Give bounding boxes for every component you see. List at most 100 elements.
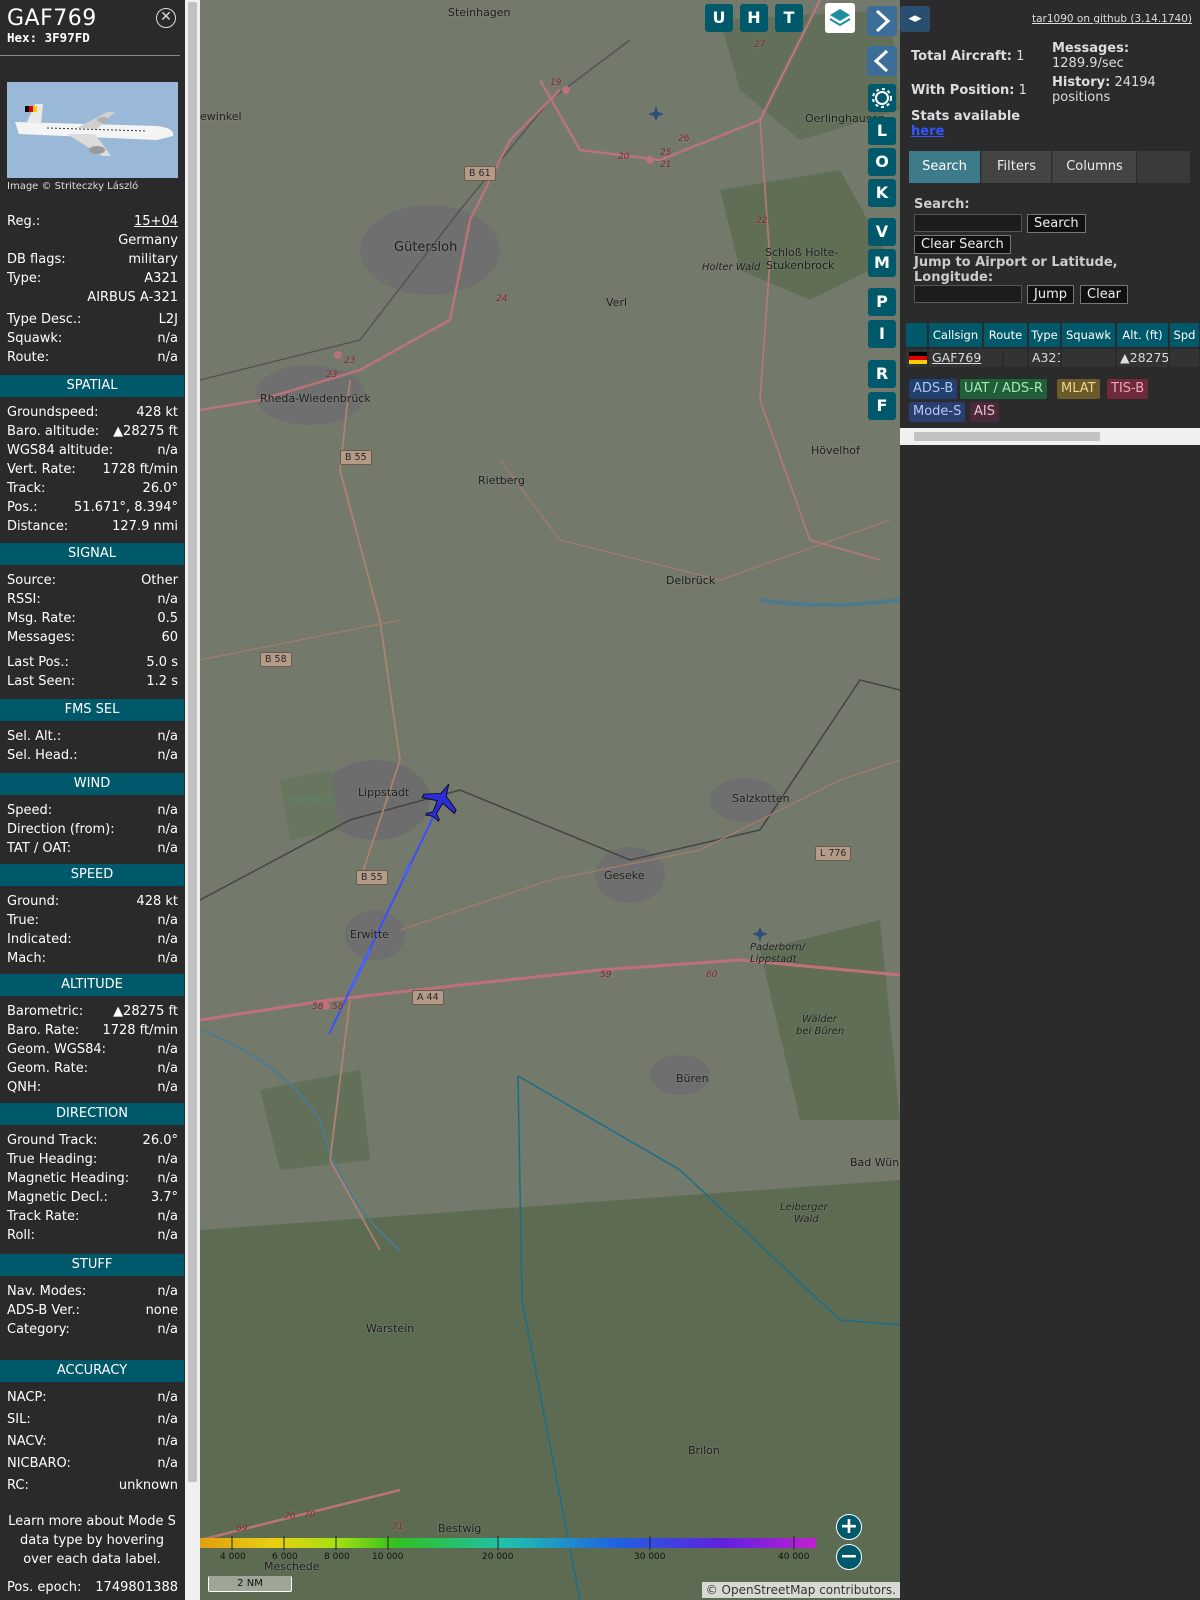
map-button-v[interactable]: V xyxy=(868,218,896,246)
info-label[interactable]: Sel. Alt.: xyxy=(7,729,61,744)
info-label[interactable]: Msg. Rate: xyxy=(7,611,76,626)
map-button-l[interactable]: L xyxy=(868,117,896,145)
road-sign: B 58 xyxy=(260,652,292,667)
messages-value: 1289.9/sec xyxy=(1052,56,1124,71)
reg-link[interactable]: 15+04 xyxy=(134,214,178,229)
map-button-t[interactable]: T xyxy=(775,4,803,32)
table-header-altitude[interactable]: Alt. (ft) xyxy=(1117,323,1169,347)
github-link[interactable]: tar1090 on github (3.14.1740) xyxy=(1032,13,1192,25)
source-badge-uat-ads-r[interactable]: UAT / ADS-R xyxy=(960,379,1047,399)
place-label: Stukenbrock xyxy=(766,259,835,272)
info-label[interactable]: True: xyxy=(7,913,39,928)
zoom-out-button[interactable]: − xyxy=(836,1544,862,1570)
info-label[interactable]: Baro. altitude: xyxy=(7,424,99,439)
table-header-callsign[interactable]: Callsign xyxy=(929,323,983,347)
source-badge-mode-s[interactable]: Mode-S xyxy=(909,402,966,422)
info-label[interactable]: Vert. Rate: xyxy=(7,462,76,477)
row-callsign[interactable]: GAF769 xyxy=(929,349,1003,367)
map-button-i[interactable]: I xyxy=(868,320,896,348)
source-badge-mlat[interactable]: MLAT xyxy=(1057,379,1100,399)
table-header-type[interactable]: Type xyxy=(1029,323,1061,347)
info-label[interactable]: TAT / OAT: xyxy=(7,841,71,856)
gear-icon[interactable] xyxy=(868,84,896,112)
info-label[interactable]: NICBARO: xyxy=(7,1456,71,1471)
section-header-accuracy: ACCURACY xyxy=(0,1360,184,1382)
info-label[interactable]: RC: xyxy=(7,1478,29,1493)
info-label[interactable]: Indicated: xyxy=(7,932,72,947)
info-label[interactable]: WGS84 altitude: xyxy=(7,443,113,458)
info-label[interactable]: Last Pos.: xyxy=(7,655,69,670)
info-label[interactable]: Speed: xyxy=(7,803,52,818)
tab-columns[interactable]: Columns xyxy=(1053,151,1137,183)
info-label[interactable]: Pos.: xyxy=(7,500,38,515)
table-header-speed[interactable]: Spd xyxy=(1170,323,1200,347)
chevron-left-icon[interactable] xyxy=(867,46,897,76)
source-badge-ais[interactable]: AIS xyxy=(970,402,999,422)
jump-input[interactable] xyxy=(914,285,1022,303)
tab-search[interactable]: Search xyxy=(909,151,981,183)
map-button-u[interactable]: U xyxy=(705,4,733,32)
info-label[interactable]: Baro. Rate: xyxy=(7,1023,79,1038)
info-label[interactable]: Mach: xyxy=(7,951,46,966)
info-label[interactable]: Barometric: xyxy=(7,1004,83,1019)
info-value: n/a xyxy=(157,1152,178,1167)
zoom-in-button[interactable]: + xyxy=(836,1514,862,1540)
info-label[interactable]: NACV: xyxy=(7,1434,47,1449)
info-label[interactable]: Ground: xyxy=(7,894,59,909)
info-row-signal: Msg. Rate: 0.5 xyxy=(7,611,178,629)
clear-button[interactable]: Clear xyxy=(1080,285,1128,304)
search-input[interactable] xyxy=(914,214,1022,232)
info-label[interactable]: Track Rate: xyxy=(7,1209,79,1224)
close-circle-icon[interactable]: ✕ xyxy=(156,8,176,28)
map-button-h[interactable]: H xyxy=(740,4,768,32)
source-badge-ads-b[interactable]: ADS-B xyxy=(909,379,958,399)
hscroll-thumb[interactable] xyxy=(914,432,1100,441)
search-button[interactable]: Search xyxy=(1027,214,1086,233)
table-horizontal-scrollbar[interactable] xyxy=(900,428,1200,445)
map-button-r[interactable]: R xyxy=(868,360,896,388)
info-label[interactable]: Category: xyxy=(7,1322,70,1337)
info-panel-scrollbar[interactable] xyxy=(185,0,200,1600)
info-label[interactable]: Last Seen: xyxy=(7,674,75,689)
info-label[interactable]: Ground Track: xyxy=(7,1133,97,1148)
chevron-right-icon[interactable] xyxy=(867,6,897,36)
table-header-route[interactable]: Route xyxy=(984,323,1028,347)
info-label[interactable]: Direction (from): xyxy=(7,822,115,837)
section-header-altitude: ALTITUDE xyxy=(0,974,184,996)
jump-button[interactable]: Jump xyxy=(1027,285,1074,304)
info-label[interactable]: Groundspeed: xyxy=(7,405,98,420)
expand-collapse-icon[interactable]: ◂▸ xyxy=(900,6,930,32)
info-label[interactable]: True Heading: xyxy=(7,1152,97,1167)
info-label[interactable]: Track: xyxy=(7,481,45,496)
info-label[interactable]: Messages: xyxy=(7,630,75,645)
info-label[interactable]: Geom. WGS84: xyxy=(7,1042,106,1057)
source-badge-tis-b[interactable]: TIS-B xyxy=(1107,379,1149,399)
info-label[interactable]: Distance: xyxy=(7,519,68,534)
map-button-m[interactable]: M xyxy=(868,249,896,277)
info-label[interactable]: NACP: xyxy=(7,1390,47,1405)
scrollbar-thumb[interactable] xyxy=(188,2,197,1482)
tab-filters[interactable]: Filters xyxy=(982,151,1052,183)
info-label[interactable]: Geom. Rate: xyxy=(7,1061,88,1076)
map-button-k[interactable]: K xyxy=(868,179,896,207)
layers-icon[interactable] xyxy=(825,3,855,33)
info-label[interactable]: Magnetic Decl.: xyxy=(7,1190,108,1205)
info-label[interactable]: Roll: xyxy=(7,1228,35,1243)
aircraft-photo[interactable] xyxy=(7,82,178,178)
info-label[interactable]: Sel. Head.: xyxy=(7,748,78,763)
info-label[interactable]: Magnetic Heading: xyxy=(7,1171,129,1186)
table-header-flag[interactable] xyxy=(906,323,928,347)
map-canvas[interactable]: Steinhagen ewinkel Gütersloh Oerlinghaus… xyxy=(200,0,900,1600)
info-label[interactable]: QNH: xyxy=(7,1080,41,1095)
table-header-squawk[interactable]: Squawk xyxy=(1062,323,1116,347)
info-label[interactable]: Nav. Modes: xyxy=(7,1284,86,1299)
info-label[interactable]: SIL: xyxy=(7,1412,31,1427)
stats-link[interactable]: here xyxy=(911,124,944,139)
info-label[interactable]: RSSI: xyxy=(7,592,41,607)
info-label[interactable]: ADS-B Ver.: xyxy=(7,1303,80,1318)
map-button-p[interactable]: P xyxy=(868,288,896,316)
map-button-o[interactable]: O xyxy=(868,148,896,176)
map-button-f[interactable]: F xyxy=(868,392,896,420)
clear-search-button[interactable]: Clear Search xyxy=(914,235,1011,254)
info-label[interactable]: Source: xyxy=(7,573,56,588)
